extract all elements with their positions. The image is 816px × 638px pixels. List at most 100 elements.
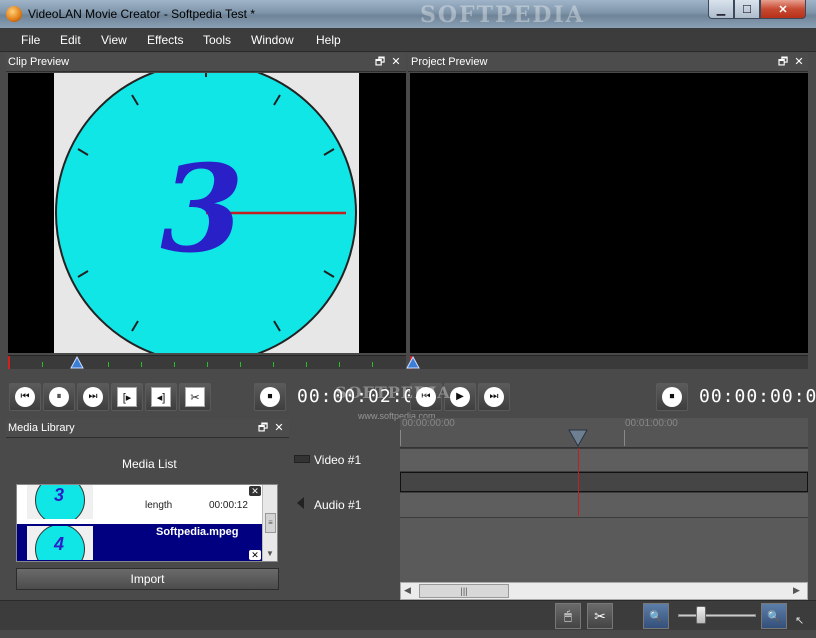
media-thumbnail: 3 bbox=[27, 485, 93, 519]
vlc-cone-icon[interactable] bbox=[6, 6, 22, 22]
previous-frame-button[interactable]: ⏮ bbox=[9, 383, 41, 411]
timeline-tick bbox=[624, 430, 625, 446]
ruler-tick bbox=[306, 362, 307, 367]
stop-icon: ⏹ bbox=[260, 387, 280, 407]
media-thumbnail-number: 4 bbox=[54, 534, 65, 554]
scroll-right-icon[interactable]: ▶ bbox=[793, 585, 800, 596]
clip-preview-title: Clip Preview bbox=[8, 56, 70, 68]
mark-in-button[interactable]: [▸ bbox=[111, 383, 143, 411]
media-item-name: Softpedia.mpeg bbox=[156, 526, 239, 538]
project-stop-button[interactable]: ⏹ bbox=[656, 383, 688, 411]
remove-item-icon[interactable]: ✕ bbox=[249, 550, 261, 560]
menu-edit[interactable]: Edit bbox=[60, 33, 81, 47]
close-icon[interactable]: ✕ bbox=[273, 421, 285, 435]
project-ruler[interactable] bbox=[406, 355, 808, 369]
zoom-out-button[interactable]: 🔍 bbox=[643, 603, 669, 629]
restore-icon[interactable]: 🗗 bbox=[777, 55, 789, 69]
clip-frame: 3 bbox=[54, 62, 359, 364]
menu-file[interactable]: File bbox=[21, 33, 40, 47]
zoom-out-icon: 🔍 bbox=[649, 610, 663, 623]
clip-ruler[interactable] bbox=[8, 355, 406, 369]
ruler-tick bbox=[339, 362, 340, 367]
media-library-header: Media Library 🗗 ✕ bbox=[6, 419, 289, 438]
project-timecode: 00:00:00:00 bbox=[699, 386, 816, 407]
menu-effects[interactable]: Effects bbox=[147, 33, 183, 47]
video-clip[interactable] bbox=[400, 472, 808, 492]
cut-tool-button[interactable]: ✂ bbox=[587, 603, 613, 629]
hscroll-thumb[interactable]: ||| bbox=[419, 584, 509, 598]
video-track-icon bbox=[294, 455, 310, 463]
zoom-slider-thumb[interactable] bbox=[696, 606, 706, 624]
menu-window[interactable]: Window bbox=[251, 33, 294, 47]
video-track-lane[interactable] bbox=[400, 448, 808, 472]
mouse-icon: 🖱 bbox=[564, 608, 572, 623]
timeline-mark: 00:01:00:00 bbox=[625, 418, 678, 429]
countdown-clock-image: 3 bbox=[55, 62, 357, 364]
timeline-playhead-icon[interactable] bbox=[568, 429, 588, 447]
media-length-label: length bbox=[145, 500, 173, 511]
close-icon[interactable]: ✕ bbox=[390, 55, 402, 69]
title-bar: VideoLAN Movie Creator - Softpedia Test … bbox=[0, 0, 816, 28]
media-thumbnail-number: 3 bbox=[54, 485, 65, 505]
clip-frame-number: 3 bbox=[160, 139, 244, 280]
maximize-button[interactable]: ☐ bbox=[734, 0, 760, 19]
menu-view[interactable]: View bbox=[101, 33, 127, 47]
scissors-icon: ✂ bbox=[185, 387, 205, 407]
media-item-selected[interactable]: 4 Softpedia.mpeg ✕ bbox=[17, 524, 262, 561]
scroll-down-icon[interactable]: ▼ bbox=[266, 549, 274, 558]
next-frame-button[interactable]: ⏭ bbox=[77, 383, 109, 411]
remove-item-icon[interactable]: ✕ bbox=[249, 486, 261, 496]
mark-out-icon: ◂] bbox=[151, 387, 171, 407]
project-next-button[interactable]: ⏭ bbox=[478, 383, 510, 411]
clip-position-marker[interactable] bbox=[70, 356, 84, 369]
watermark-logo: SOFTPEDIA bbox=[420, 2, 585, 28]
audio-track-label: Audio #1 bbox=[314, 498, 362, 512]
close-icon[interactable]: ✕ bbox=[793, 55, 805, 69]
media-list-label: Media List bbox=[122, 457, 177, 471]
import-button[interactable]: Import bbox=[16, 568, 279, 590]
minimize-button[interactable]: ▁ bbox=[708, 0, 734, 19]
zoom-in-button[interactable]: 🔍 bbox=[761, 603, 787, 629]
media-item[interactable]: 3 length 00:00:12 ✕ bbox=[17, 485, 262, 523]
ruler-tick bbox=[108, 362, 109, 367]
scroll-left-icon[interactable]: ◀ bbox=[404, 585, 411, 596]
media-list-scrollbar[interactable]: ≡ ▼ bbox=[262, 485, 277, 561]
ruler-tick bbox=[42, 362, 43, 367]
media-length-value: 00:00:12 bbox=[209, 500, 248, 511]
scrollbar-thumb[interactable]: ≡ bbox=[265, 513, 276, 533]
scissors-icon: ✂ bbox=[594, 607, 606, 624]
close-button[interactable]: ✕ bbox=[760, 0, 806, 19]
timeline-mark: 00:00:00:00 bbox=[402, 418, 455, 429]
next-icon: ⏭ bbox=[83, 387, 103, 407]
clip-stop-button[interactable]: ⏹ bbox=[254, 383, 286, 411]
softpedia-watermark: SOFTPEDIA bbox=[335, 383, 451, 402]
project-preview-header: Project Preview 🗗 ✕ bbox=[408, 53, 808, 72]
timeline-tracks[interactable] bbox=[400, 448, 808, 582]
video-track-label: Video #1 bbox=[314, 453, 362, 467]
project-preview-title: Project Preview bbox=[411, 56, 488, 68]
zoom-slider-track[interactable] bbox=[678, 614, 756, 617]
restore-icon[interactable]: 🗗 bbox=[257, 421, 269, 435]
next-icon: ⏭ bbox=[484, 387, 504, 407]
mark-in-icon: [▸ bbox=[117, 387, 137, 407]
project-position-marker[interactable] bbox=[406, 356, 420, 369]
ruler-tick bbox=[207, 362, 208, 367]
timeline-hscrollbar[interactable]: ◀ ||| ▶ bbox=[400, 582, 808, 600]
menu-help[interactable]: Help bbox=[316, 33, 341, 47]
audio-track-lane[interactable] bbox=[400, 492, 808, 518]
audio-track-icon bbox=[297, 497, 304, 509]
stop-icon: ⏹ bbox=[662, 387, 682, 407]
pause-button[interactable]: ⏸ bbox=[43, 383, 75, 411]
media-list[interactable]: 3 length 00:00:12 ✕ 4 Softpedia.mpeg ✕ ≡… bbox=[16, 484, 278, 562]
restore-icon[interactable]: 🗗 bbox=[374, 55, 386, 69]
window-title: VideoLAN Movie Creator - Softpedia Test … bbox=[28, 7, 256, 21]
timeline-ruler[interactable]: 00:00:00:00 00:01:00:00 bbox=[400, 418, 808, 448]
menu-tools[interactable]: Tools bbox=[203, 33, 231, 47]
ruler-tick bbox=[174, 362, 175, 367]
clip-start-marker bbox=[8, 356, 10, 369]
select-tool-button[interactable]: 🖱 bbox=[555, 603, 581, 629]
cut-button[interactable]: ✂ bbox=[179, 383, 211, 411]
mark-out-button[interactable]: ◂] bbox=[145, 383, 177, 411]
cursor-icon: ↖ bbox=[795, 615, 805, 627]
project-preview-video[interactable] bbox=[410, 73, 808, 353]
